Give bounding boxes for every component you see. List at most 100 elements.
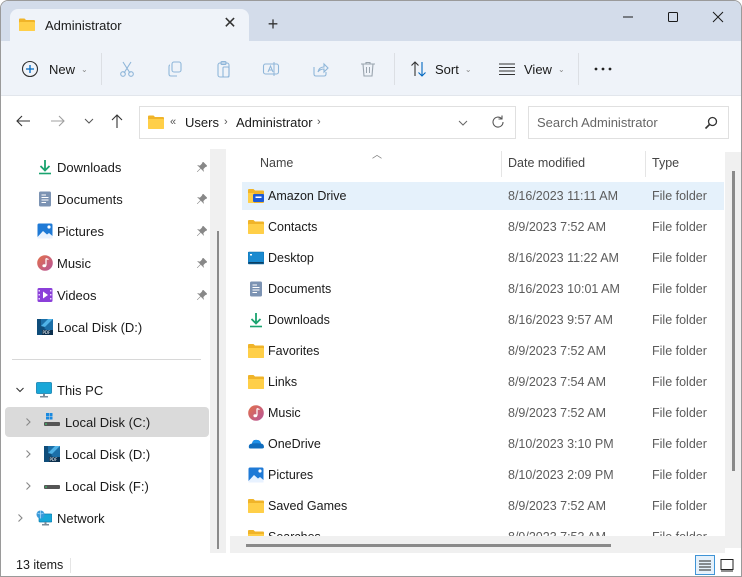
file-row[interactable]: OneDrive 8/10/2023 3:10 PM File folder bbox=[242, 430, 724, 458]
share-button[interactable] bbox=[311, 55, 329, 83]
file-list-vertical-scrollbar[interactable] bbox=[725, 152, 741, 548]
chevron-right-icon[interactable] bbox=[23, 449, 33, 459]
chevron-right-icon[interactable] bbox=[15, 513, 25, 523]
onedrive-icon bbox=[248, 439, 264, 449]
back-button[interactable] bbox=[13, 111, 33, 131]
file-row[interactable]: Favorites 8/9/2023 7:52 AM File folder bbox=[242, 337, 724, 365]
tab-administrator[interactable]: Administrator ✕ bbox=[10, 9, 249, 42]
file-type: File folder bbox=[652, 251, 707, 265]
sidebar-item-network[interactable]: Network bbox=[5, 503, 209, 533]
column-resize-handle[interactable] bbox=[645, 151, 646, 177]
file-type: File folder bbox=[652, 220, 707, 234]
sidebar-item-downloads[interactable]: Downloads bbox=[5, 152, 209, 182]
maximize-button[interactable] bbox=[650, 1, 696, 33]
folder-icon bbox=[248, 220, 264, 234]
kpdf-drive-icon: PDF bbox=[44, 446, 60, 462]
sidebar-item-local-disk-d-quick[interactable]: PDF Local Disk (D:) bbox=[5, 312, 209, 342]
sidebar-scrollbar[interactable] bbox=[210, 149, 226, 553]
new-button[interactable]: New ⌄ bbox=[21, 55, 88, 83]
sort-ascending-icon: ︿ bbox=[372, 150, 382, 161]
pin-icon[interactable] bbox=[197, 162, 207, 172]
minimize-button[interactable] bbox=[605, 1, 651, 33]
sidebar-item-pictures[interactable]: Pictures bbox=[5, 216, 209, 246]
sort-label: Sort bbox=[435, 61, 459, 77]
chevron-right-icon[interactable] bbox=[23, 481, 33, 491]
file-type: File folder bbox=[652, 499, 707, 513]
see-more-button[interactable] bbox=[593, 55, 613, 83]
sidebar-item-local-disk-c[interactable]: Local Disk (C:) bbox=[5, 407, 209, 437]
sidebar-item-local-disk-f[interactable]: Local Disk (F:) bbox=[5, 471, 209, 501]
large-icons-view-button[interactable] bbox=[717, 555, 737, 575]
file-row[interactable]: Contacts 8/9/2023 7:52 AM File folder bbox=[242, 213, 724, 241]
paste-button[interactable] bbox=[215, 55, 233, 83]
column-header-type[interactable]: Type bbox=[652, 156, 679, 170]
paste-icon bbox=[217, 60, 230, 78]
column-resize-handle[interactable] bbox=[501, 151, 502, 177]
column-header-date-modified[interactable]: Date modified bbox=[508, 156, 585, 170]
file-list: ︿ Name Date modified Type Amazon Drive 8/… bbox=[230, 144, 741, 553]
refresh-button[interactable] bbox=[490, 114, 506, 133]
up-button[interactable] bbox=[107, 111, 127, 131]
sidebar-item-documents[interactable]: Documents bbox=[5, 184, 209, 214]
toolbar-divider bbox=[101, 53, 102, 85]
close-window-button[interactable] bbox=[695, 1, 741, 33]
file-row[interactable]: Downloads 8/16/2023 9:57 AM File folder bbox=[242, 306, 724, 334]
sort-button[interactable]: Sort ⌄ bbox=[410, 55, 472, 83]
delete-icon bbox=[361, 61, 375, 77]
breadcrumb-overflow-button[interactable]: « bbox=[170, 116, 176, 128]
file-row[interactable]: Amazon Drive 8/16/2023 11:11 AM File folde… bbox=[242, 182, 724, 210]
view-button[interactable]: View ⌄ bbox=[498, 55, 565, 83]
sidebar-item-music[interactable]: Music bbox=[5, 248, 209, 278]
close-tab-button[interactable]: ✕ bbox=[220, 14, 240, 34]
svg-text:PDF: PDF bbox=[50, 457, 58, 462]
file-row[interactable]: Music 8/9/2023 7:52 AM File folder bbox=[242, 399, 724, 427]
sidebar-scrollbar-thumb[interactable] bbox=[217, 231, 219, 549]
file-list-horizontal-scrollbar[interactable] bbox=[230, 536, 725, 553]
sidebar-item-this-pc[interactable]: This PC bbox=[5, 375, 209, 405]
new-tab-button[interactable]: + bbox=[263, 14, 283, 34]
rename-button[interactable] bbox=[262, 55, 280, 83]
file-row[interactable]: Desktop 8/16/2023 11:22 AM File folder bbox=[242, 244, 724, 272]
chevron-right-icon[interactable]: › bbox=[317, 116, 321, 128]
details-view-button[interactable] bbox=[695, 555, 715, 575]
file-date-modified: 8/10/2023 2:09 PM bbox=[508, 468, 614, 482]
sidebar-label: Videos bbox=[57, 288, 97, 303]
file-row[interactable]: Links 8/9/2023 7:54 AM File folder bbox=[242, 368, 724, 396]
file-type: File folder bbox=[652, 189, 707, 203]
forward-button[interactable] bbox=[48, 111, 68, 131]
music-icon bbox=[248, 405, 264, 421]
file-row[interactable]: Documents 8/16/2023 10:01 AM File folder bbox=[242, 275, 724, 303]
cut-icon bbox=[120, 61, 134, 77]
column-header-name[interactable]: Name bbox=[260, 156, 293, 170]
breadcrumb-administrator[interactable]: Administrator bbox=[236, 115, 313, 130]
delete-button[interactable] bbox=[359, 55, 377, 83]
address-bar[interactable]: « Users › Administrator › bbox=[139, 106, 516, 139]
file-row[interactable]: Pictures 8/10/2023 2:09 PM File folder bbox=[242, 461, 724, 489]
cut-button[interactable] bbox=[118, 55, 136, 83]
chevron-right-icon[interactable] bbox=[23, 417, 33, 427]
file-row[interactable]: Saved Games 8/9/2023 7:52 AM File folder bbox=[242, 492, 724, 520]
chevron-down-icon[interactable] bbox=[15, 385, 25, 395]
copy-button[interactable] bbox=[166, 55, 184, 83]
sidebar-item-local-disk-d[interactable]: PDF Local Disk (D:) bbox=[5, 439, 209, 469]
sidebar-item-videos[interactable]: Videos bbox=[5, 280, 209, 310]
recent-locations-button[interactable] bbox=[79, 111, 99, 131]
arrow-up-icon bbox=[111, 114, 123, 128]
pin-icon[interactable] bbox=[197, 258, 207, 268]
horizontal-scrollbar-thumb[interactable] bbox=[246, 544, 611, 547]
file-name: Contacts bbox=[268, 220, 318, 234]
refresh-icon bbox=[492, 115, 504, 128]
file-date-modified: 8/9/2023 7:52 AM bbox=[508, 220, 606, 234]
pin-icon[interactable] bbox=[197, 290, 207, 300]
chevron-right-icon[interactable]: › bbox=[224, 116, 228, 128]
folder-icon bbox=[19, 18, 35, 31]
pin-icon[interactable] bbox=[197, 226, 207, 236]
pin-icon[interactable] bbox=[197, 194, 207, 204]
search-input[interactable]: Search Administrator bbox=[528, 106, 729, 139]
address-history-button[interactable] bbox=[458, 117, 468, 131]
breadcrumb-users[interactable]: Users bbox=[185, 115, 219, 130]
kpdf-drive-icon: PDF bbox=[37, 319, 53, 335]
file-date-modified: 8/9/2023 7:52 AM bbox=[508, 406, 606, 420]
vertical-scrollbar-thumb[interactable] bbox=[732, 171, 735, 471]
file-name: Pictures bbox=[268, 468, 314, 482]
